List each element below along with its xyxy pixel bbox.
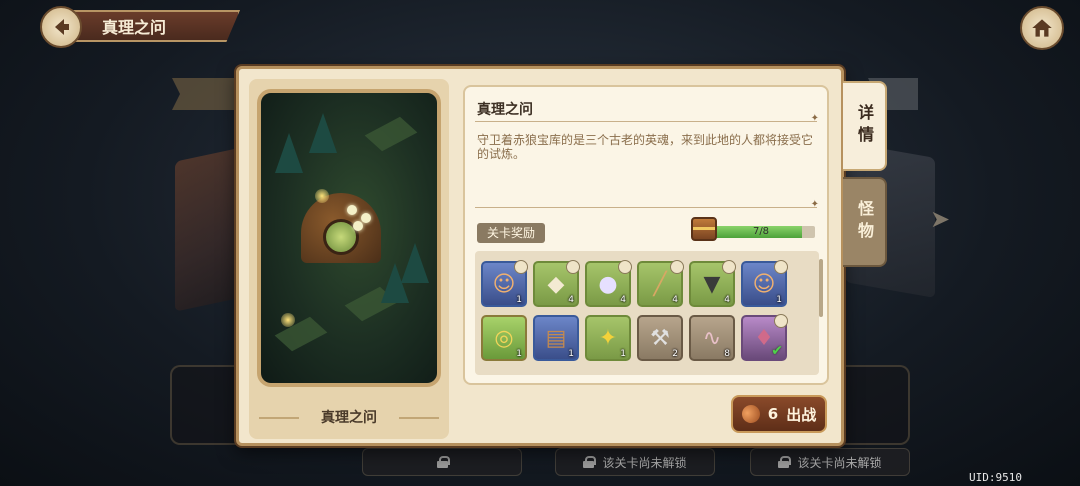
stage-preview-image bbox=[257, 89, 441, 387]
reward-count: 1 bbox=[516, 295, 522, 305]
reward-scrollbar[interactable] bbox=[819, 259, 823, 317]
flower bbox=[361, 213, 371, 223]
locked-bar-2: 该关卡尚未解锁 bbox=[555, 448, 715, 476]
tab-monster[interactable]: 怪物 bbox=[843, 177, 887, 267]
reward-item[interactable]: ● 4 bbox=[585, 260, 632, 307]
tree bbox=[401, 243, 429, 283]
ground-tile bbox=[364, 116, 418, 152]
item-badge-icon bbox=[514, 260, 528, 274]
reward-count: 1 bbox=[620, 349, 626, 359]
reward-count: 8 bbox=[724, 349, 730, 359]
fight-cost: 6 bbox=[767, 405, 779, 423]
lock-icon bbox=[436, 456, 450, 468]
reward-count: 4 bbox=[568, 295, 574, 305]
divider bbox=[475, 199, 819, 210]
reward-item[interactable]: ✦ 1 bbox=[585, 315, 631, 361]
home-button[interactable] bbox=[1020, 6, 1064, 50]
reward-item[interactable]: ☺ 1 bbox=[481, 260, 528, 307]
reward-count: 4 bbox=[620, 295, 626, 305]
tab-detail[interactable]: 详情 bbox=[843, 81, 887, 171]
item-badge-icon bbox=[566, 260, 580, 274]
locked-text: 该关卡尚未解锁 bbox=[797, 455, 882, 470]
reward-count: 1 bbox=[516, 349, 522, 359]
reward-progress-text: 7/8 bbox=[752, 226, 770, 237]
reward-item[interactable]: ╱ 4 bbox=[637, 260, 684, 307]
tree bbox=[275, 133, 303, 173]
item-badge-icon bbox=[774, 314, 788, 328]
fight-button[interactable]: 6 出战 bbox=[731, 395, 827, 433]
divider bbox=[475, 113, 819, 124]
locked-text: 该关卡尚未解锁 bbox=[602, 455, 687, 470]
reward-item[interactable]: ▼ 4 bbox=[689, 260, 736, 307]
stage-preview-pane: 真理之问 bbox=[249, 79, 449, 439]
reward-label: 关卡奖励 bbox=[477, 223, 546, 243]
item-badge-icon bbox=[670, 260, 684, 274]
stage-description: 守卫着赤狼宝库的是三个古老的英魂，来到此地的人都将接受它的试炼。 bbox=[477, 133, 814, 161]
stage-info-title: 真理之问 bbox=[477, 102, 533, 118]
tab-monster-label: 怪物 bbox=[855, 200, 874, 244]
lock-icon bbox=[583, 456, 597, 468]
back-button[interactable] bbox=[40, 6, 82, 48]
reward-count: 2 bbox=[672, 349, 678, 359]
fight-label: 出战 bbox=[786, 405, 817, 424]
next-arrow-icon[interactable]: ➤ bbox=[926, 205, 954, 233]
reward-item[interactable]: ∿ 8 bbox=[689, 315, 735, 361]
lantern-glow bbox=[315, 189, 329, 203]
reward-count: 1 bbox=[568, 349, 574, 359]
reward-item[interactable]: ◎ 1 bbox=[481, 315, 527, 361]
reward-item[interactable]: ▤ 1 bbox=[533, 315, 579, 361]
reward-item[interactable]: ☺ 1 bbox=[741, 260, 788, 307]
locked-bar-1 bbox=[362, 448, 522, 476]
tab-detail-label: 详情 bbox=[855, 104, 874, 148]
stage-info-pane: 真理之问 守卫着赤狼宝库的是三个古老的英魂，来到此地的人都将接受它的试炼。 关卡… bbox=[463, 85, 829, 385]
stamina-ticket-icon bbox=[738, 401, 764, 427]
reward-count: 1 bbox=[776, 295, 782, 305]
page-title: 真理之问 bbox=[102, 18, 167, 37]
uid-label: UID:9510 bbox=[969, 471, 1022, 484]
reward-item[interactable]: ⚒ 2 bbox=[637, 315, 683, 361]
reward-grid: ☺ 1 ◆ 4 ● 4 ╱ 4 ▼ 4 ☺ 1 ◎ 1 ▤ 1 ✦ 1 ⚒ 2 ∿ 8 ♦ ✔ bbox=[475, 251, 819, 375]
stage-name: 真理之问 bbox=[249, 397, 449, 437]
lock-icon bbox=[778, 456, 792, 468]
locked-bar-3: 该关卡尚未解锁 bbox=[750, 448, 910, 476]
page-title-banner: 真理之问 bbox=[70, 10, 240, 42]
item-badge-icon bbox=[722, 260, 736, 274]
lantern-glow bbox=[281, 313, 295, 327]
item-badge-icon bbox=[618, 260, 632, 274]
treasure-chest-icon[interactable] bbox=[691, 217, 717, 241]
home-icon bbox=[1032, 19, 1052, 37]
reward-count: 4 bbox=[672, 295, 678, 305]
item-badge-icon bbox=[774, 260, 788, 274]
back-arrow-icon bbox=[55, 19, 69, 35]
stage-detail-panel: 真理之问 真理之问 守卫着赤狼宝库的是三个古老的英魂，来到此地的人都将接受它的试… bbox=[236, 66, 887, 446]
check-icon: ✔ bbox=[771, 343, 783, 359]
flower bbox=[347, 205, 357, 215]
reward-count: 4 bbox=[724, 295, 730, 305]
tree bbox=[309, 113, 337, 153]
reward-item[interactable]: ◆ 4 bbox=[533, 260, 580, 307]
reward-item[interactable]: ♦ ✔ bbox=[741, 314, 788, 361]
flower bbox=[353, 221, 363, 231]
